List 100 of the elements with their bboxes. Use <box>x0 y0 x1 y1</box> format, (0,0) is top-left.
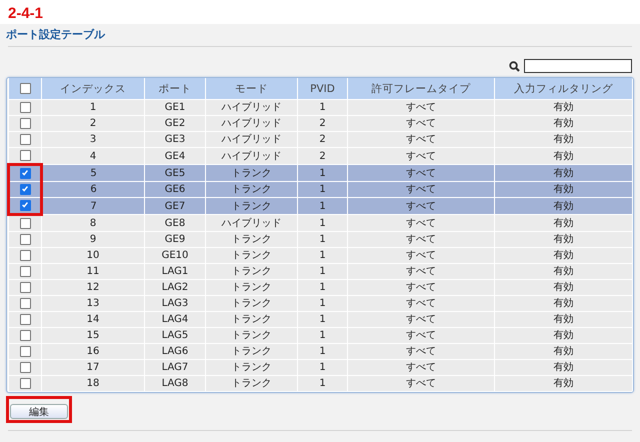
table-cell: トランク <box>232 266 272 277</box>
table-row[interactable]: 14 LAG4 トランク 1 すべて 有効 <box>8 312 632 328</box>
table-cell: 1 <box>319 234 326 245</box>
table-cell: LAG1 <box>162 266 188 277</box>
column-header: ポート <box>144 78 206 100</box>
column-header: インデックス <box>42 78 144 100</box>
table-cell: 有効 <box>554 330 574 341</box>
table-cell: 有効 <box>554 298 574 309</box>
table-cell: ハイブリッド <box>222 118 282 129</box>
table-row[interactable]: 2 GE2 ハイブリッド 2 すべて 有効 <box>8 116 632 132</box>
table-cell: GE7 <box>164 200 186 212</box>
table-cell: 1 <box>90 102 96 113</box>
row-checkbox[interactable] <box>20 346 30 357</box>
table-cell: 17 <box>86 362 100 373</box>
table-cell: すべて <box>406 200 436 212</box>
table-cell: LAG6 <box>162 346 188 357</box>
table-cell: GE4 <box>164 150 186 162</box>
table-cell: 6 <box>90 184 97 195</box>
table-cell: 有効 <box>554 218 574 228</box>
row-checkbox[interactable] <box>20 102 30 113</box>
row-checkbox[interactable] <box>20 118 30 129</box>
table-cell: トランク <box>232 168 272 178</box>
table-row[interactable]: 9 GE9 トランク 1 すべて 有効 <box>8 232 632 248</box>
table-cell: 有効 <box>554 362 574 373</box>
row-checkbox[interactable] <box>20 282 30 293</box>
table-cell: 1 <box>319 314 326 325</box>
table-cell: 18 <box>86 378 100 389</box>
row-checkbox[interactable] <box>20 378 30 389</box>
select-all-checkbox[interactable] <box>20 83 30 94</box>
table-cell: 有効 <box>554 266 574 277</box>
row-checkbox[interactable] <box>20 330 30 341</box>
table-cell: 有効 <box>554 150 574 162</box>
table-cell: 1 <box>319 250 326 261</box>
table-cell: トランク <box>232 200 272 212</box>
table-cell: 有効 <box>554 134 574 145</box>
table-row[interactable]: 16 LAG6 トランク 1 すべて 有効 <box>8 344 632 360</box>
row-checkbox[interactable] <box>20 250 30 261</box>
table-cell: すべて <box>406 118 436 129</box>
table-cell: すべて <box>406 168 436 178</box>
row-checkbox[interactable] <box>20 234 30 245</box>
row-checkbox[interactable] <box>20 184 30 195</box>
edit-button[interactable]: 編集 <box>10 404 68 419</box>
table-cell: 有効 <box>554 346 574 357</box>
table-row[interactable]: 8 GE8 ハイブリッド 1 すべて 有効 <box>8 214 632 232</box>
row-checkbox[interactable] <box>20 218 30 229</box>
row-checkbox[interactable] <box>20 134 30 145</box>
table-cell: 有効 <box>554 314 574 325</box>
table-cell: トランク <box>232 298 272 309</box>
table-row[interactable]: 12 LAG2 トランク 1 すべて 有効 <box>8 280 632 296</box>
row-checkbox[interactable] <box>20 150 30 161</box>
table-cell: ハイブリッド <box>222 134 282 145</box>
table-cell: 2 <box>90 118 96 129</box>
table-cell: 11 <box>86 266 100 277</box>
table-cell: トランク <box>232 250 272 261</box>
row-checkbox[interactable] <box>20 168 30 179</box>
table-row[interactable]: 11 LAG1 トランク 1 すべて 有効 <box>8 264 632 280</box>
table-row[interactable]: 3 GE3 ハイブリッド 2 すべて 有効 <box>8 132 632 148</box>
table-row[interactable]: 6 GE6 トランク 1 すべて 有効 <box>8 182 632 198</box>
table-cell: 1 <box>319 184 326 195</box>
table-row[interactable]: 13 LAG3 トランク 1 すべて 有効 <box>8 296 632 312</box>
table-cell: 10 <box>86 250 100 261</box>
search-icon[interactable] <box>509 60 520 72</box>
table-cell: GE2 <box>164 118 186 129</box>
table-cell: 1 <box>319 282 326 293</box>
table-row[interactable]: 4 GE4 ハイブリッド 2 すべて 有効 <box>8 148 632 164</box>
table-cell: 有効 <box>554 102 574 113</box>
section-title: ポート設定テーブル <box>6 27 106 43</box>
table-cell: すべて <box>406 102 436 113</box>
table-cell: 有効 <box>554 184 574 195</box>
table-cell: すべて <box>406 134 436 145</box>
table-cell: ハイブリッド <box>222 102 282 113</box>
table-cell: すべて <box>406 314 436 325</box>
table-cell: すべて <box>406 298 436 309</box>
table-cell: 8 <box>90 218 96 228</box>
table-cell: LAG5 <box>162 330 188 341</box>
row-checkbox[interactable] <box>20 298 30 309</box>
table-cell: トランク <box>232 314 272 325</box>
step-label: 2-4-1 <box>8 4 44 24</box>
row-checkbox[interactable] <box>20 362 30 373</box>
table-cell: トランク <box>232 346 272 357</box>
table-cell: 5 <box>90 168 97 178</box>
table-row[interactable]: 15 LAG5 トランク 1 すべて 有効 <box>8 328 632 344</box>
table-row[interactable]: 5 GE5 トランク 1 すべて 有効 <box>8 164 632 182</box>
table-row[interactable]: 18 LAG8 トランク 1 すべて 有効 <box>8 376 632 392</box>
table-row[interactable]: 10 GE10 トランク 1 すべて 有効 <box>8 248 632 264</box>
table-row[interactable]: 17 LAG7 トランク 1 すべて 有効 <box>8 360 632 376</box>
row-checkbox[interactable] <box>20 200 30 211</box>
table-cell: すべて <box>406 378 436 389</box>
row-checkbox[interactable] <box>20 266 30 277</box>
search-field[interactable] <box>524 59 632 73</box>
row-checkbox[interactable] <box>20 314 30 325</box>
table-cell: すべて <box>406 218 436 228</box>
table-cell: 1 <box>319 330 326 341</box>
table-row[interactable]: 7 GE7 トランク 1 すべて 有効 <box>8 198 632 214</box>
table-cell: 14 <box>86 314 100 325</box>
table-cell: GE9 <box>164 234 186 245</box>
table-cell: ハイブリッド <box>222 218 282 228</box>
table-row[interactable]: 1 GE1 ハイブリッド 1 すべて 有効 <box>8 100 632 116</box>
table-cell: 7 <box>90 200 97 212</box>
column-header: PVID <box>298 78 348 100</box>
